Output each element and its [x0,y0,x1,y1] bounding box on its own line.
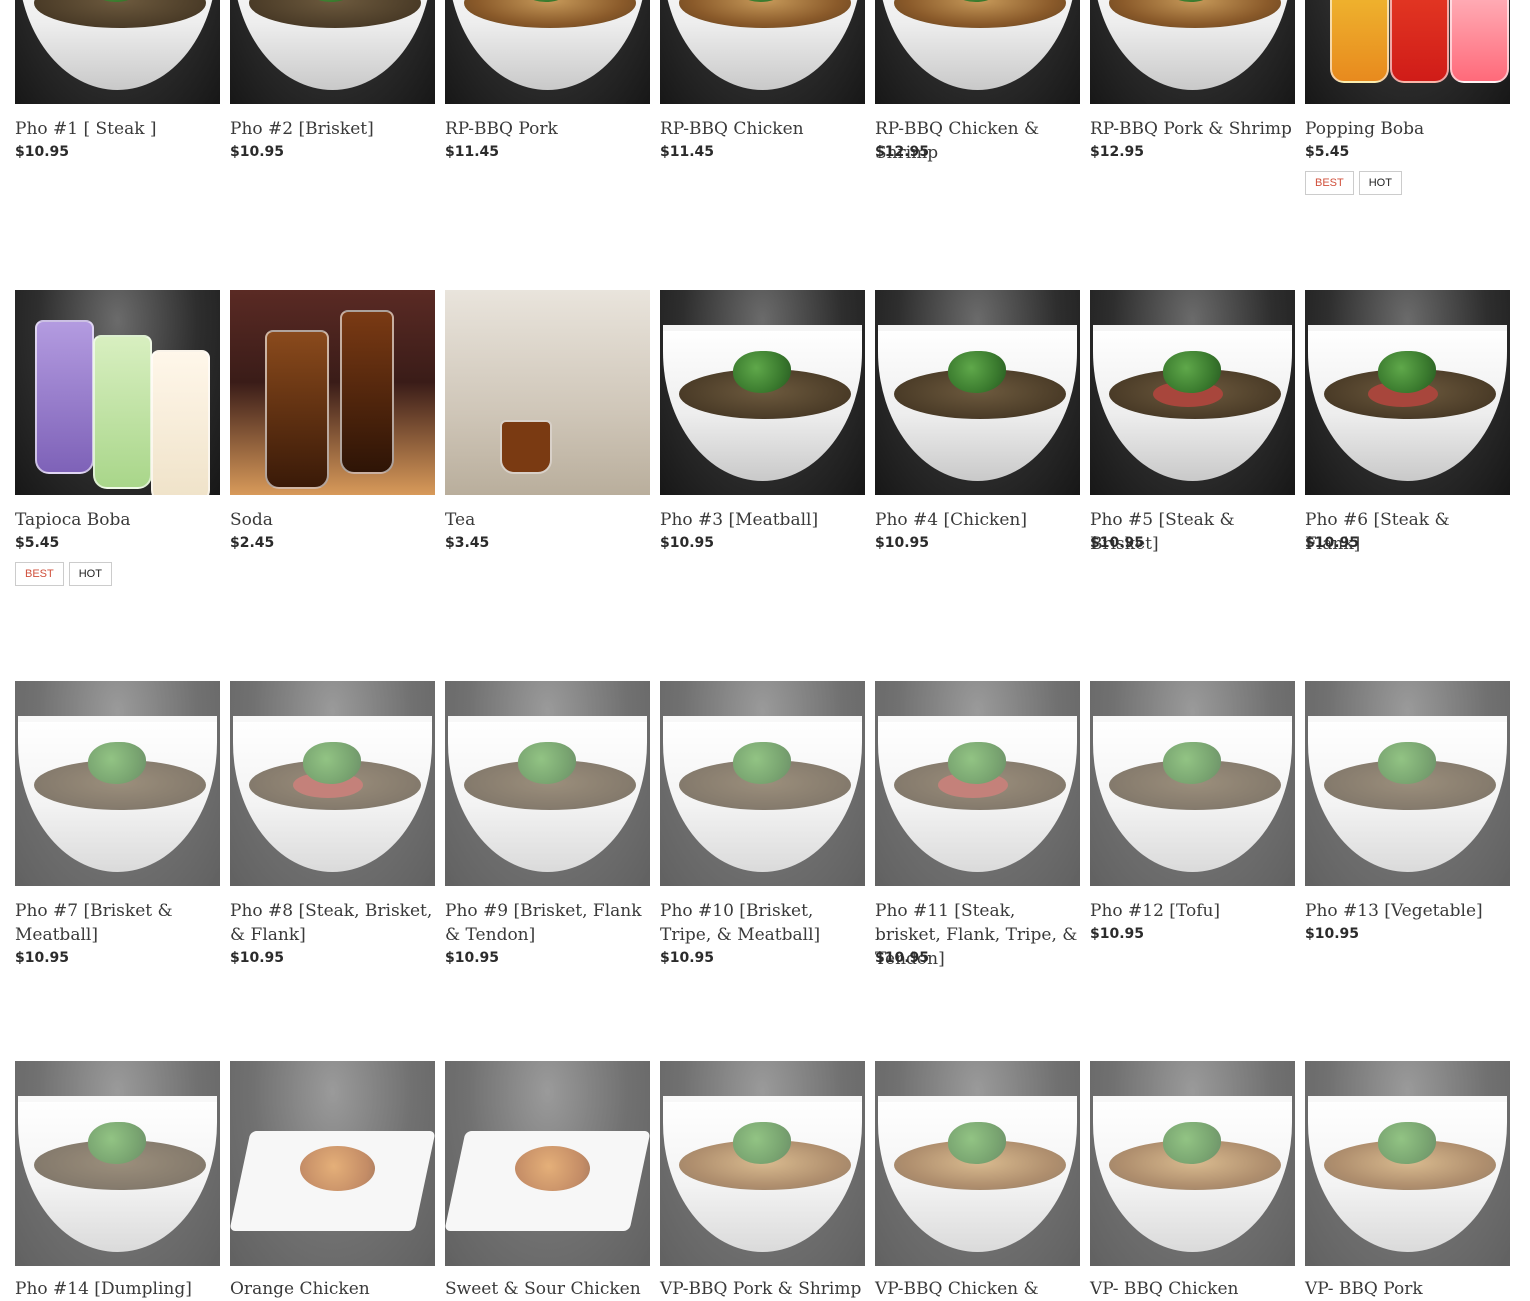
menu-item-photo[interactable] [15,1061,220,1266]
menu-item-photo[interactable] [660,1061,865,1266]
menu-item-name[interactable]: Tea [445,508,650,532]
menu-item-photo[interactable] [445,681,650,886]
menu-item-name[interactable]: VP-BBQ Pork & Shrimp [660,1277,865,1301]
menu-item-name[interactable]: Pho #12 [Tofu] [1090,899,1295,923]
menu-item-name[interactable]: RP-BBQ Pork [445,117,650,141]
menu-item-photo[interactable] [230,1061,435,1266]
menu-item-name[interactable]: Popping Boba [1305,117,1510,141]
menu-item-name[interactable]: Pho #8 [Steak, Brisket, & Flank] [230,899,435,947]
menu-item-photo[interactable] [1090,681,1295,886]
hot-badge: HOT [68,562,112,586]
menu-item-photo[interactable] [230,290,435,495]
menu-item-photo[interactable] [230,0,435,104]
menu-item-photo[interactable] [230,681,435,886]
menu-item-photo[interactable] [1305,290,1510,495]
menu-item-name[interactable]: Soda [230,508,435,532]
menu-item-name[interactable]: RP-BBQ Chicken [660,117,865,141]
menu-item-name[interactable]: VP-BBQ Chicken & [875,1277,1080,1301]
menu-item-price: $5.45 [15,535,60,551]
menu-item-name[interactable]: VP- BBQ Pork [1305,1277,1510,1301]
menu-item-name[interactable]: Pho #7 [Brisket & Meatball] [15,899,220,947]
menu-item-photo[interactable] [1090,0,1295,104]
menu-item-photo[interactable] [660,290,865,495]
menu-item-price: $10.95 [1305,926,1360,942]
menu-item-price: $10.95 [15,144,70,160]
menu-item-price: $10.95 [445,950,500,966]
menu-item-price: $11.45 [445,144,500,160]
menu-item-photo[interactable] [1090,1061,1295,1266]
menu-item-name[interactable]: Pho #13 [Vegetable] [1305,899,1510,923]
menu-item-photo[interactable] [1305,1061,1510,1266]
menu-item-photo[interactable] [15,681,220,886]
menu-item-price: $10.95 [1090,926,1145,942]
menu-item-price: $3.45 [445,535,490,551]
menu-item-price: $10.95 [15,950,70,966]
menu-item-photo[interactable] [445,1061,650,1266]
menu-item-photo[interactable] [875,290,1080,495]
best-badge: BEST [15,562,64,586]
menu-item-photo[interactable] [1090,290,1295,495]
menu-item-photo[interactable] [875,0,1080,104]
menu-item-price: $12.95 [1090,144,1145,160]
menu-item-name[interactable]: Pho #9 [Brisket, Flank & Tendon] [445,899,650,947]
menu-item-price: $5.45 [1305,144,1350,160]
menu-item-price: $10.95 [875,950,930,966]
menu-item-photo[interactable] [875,681,1080,886]
menu-item-price: $10.95 [230,950,285,966]
menu-item-price: $10.95 [660,950,715,966]
menu-item-photo[interactable] [875,1061,1080,1266]
menu-item-photo[interactable] [1305,681,1510,886]
menu-item-photo[interactable] [660,681,865,886]
menu-item-price: $10.95 [1305,535,1360,551]
menu-item-name[interactable]: Orange Chicken [230,1277,435,1301]
menu-item-name[interactable]: Pho #14 [Dumpling] [15,1277,220,1301]
menu-item-photo[interactable] [445,290,650,495]
menu-item-photo[interactable] [660,0,865,104]
menu-item-name[interactable]: RP-BBQ Pork & Shrimp [1090,117,1295,141]
menu-item-name[interactable]: Pho #10 [Brisket, Tripe, & Meatball] [660,899,865,947]
menu-item-name[interactable]: Pho #2 [Brisket] [230,117,435,141]
menu-item-name[interactable]: Pho #3 [Meatball] [660,508,865,532]
menu-item-price: $2.45 [230,535,275,551]
menu-item-badges: BEST HOT [15,562,112,586]
menu-item-price: $10.95 [660,535,715,551]
menu-item-name[interactable]: Sweet & Sour Chicken [445,1277,650,1301]
menu-item-name[interactable]: Pho #4 [Chicken] [875,508,1080,532]
menu-item-price: $10.95 [875,535,930,551]
menu-item-photo[interactable] [15,290,220,495]
menu-item-photo[interactable] [1305,0,1510,104]
menu-item-photo[interactable] [15,0,220,104]
menu-item-price: $12.95 [875,144,930,160]
hot-badge: HOT [1358,171,1402,195]
menu-item-price: $10.95 [1090,535,1145,551]
menu-item-badges: BEST HOT [1305,171,1402,195]
best-badge: BEST [1305,171,1354,195]
menu-item-name[interactable]: Pho #1 [ Steak ] [15,117,220,141]
menu-item-price: $10.95 [230,144,285,160]
menu-item-name[interactable]: Tapioca Boba [15,508,220,532]
menu-item-price: $11.45 [660,144,715,160]
menu-item-name[interactable]: VP- BBQ Chicken [1090,1277,1295,1301]
menu-item-photo[interactable] [445,0,650,104]
